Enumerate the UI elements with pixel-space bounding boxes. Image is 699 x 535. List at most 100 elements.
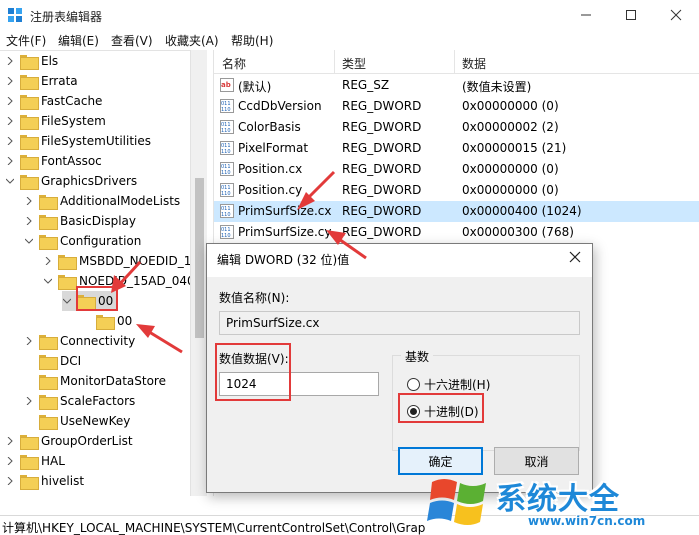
tree-node[interactable]: ScaleFactors: [24, 391, 135, 411]
value-type: REG_DWORD: [342, 183, 422, 197]
folder-icon: [20, 154, 39, 170]
folder-icon: [58, 274, 77, 290]
tree-node-label: FontAssoc: [41, 154, 102, 168]
tree-node[interactable]: DCI: [24, 351, 81, 371]
tree-node[interactable]: FontAssoc: [5, 151, 102, 171]
tree-node[interactable]: Els: [5, 51, 58, 71]
hex-radio[interactable]: 十六进制(H): [407, 376, 490, 393]
expand-chevron-icon[interactable]: [5, 56, 15, 66]
tree-node[interactable]: FileSystemUtilities: [5, 131, 151, 151]
values-header: 名称 类型 数据: [214, 50, 699, 74]
folder-icon: [39, 194, 58, 210]
value-row[interactable]: 011 110 Position.cy REG_DWORD 0x00000000 (0): [214, 180, 699, 201]
close-icon: [670, 9, 682, 21]
dialog-close-icon[interactable]: [568, 250, 582, 264]
expand-chevron-icon[interactable]: [5, 156, 15, 166]
tree-scrollbar[interactable]: [190, 50, 207, 496]
menu-view[interactable]: 查看(V): [111, 32, 153, 49]
tree-node[interactable]: hivelist: [5, 471, 84, 491]
value-name: PrimSurfSize.cy: [238, 225, 332, 239]
expand-chevron-icon[interactable]: [43, 256, 53, 266]
tree-node-label: GraphicsDrivers: [41, 174, 138, 188]
folder-icon: [20, 454, 39, 470]
tree-node[interactable]: GroupOrderList: [5, 431, 133, 451]
value-row[interactable]: 011 110 PixelFormat REG_DWORD 0x00000015 (21…: [214, 138, 699, 159]
value-row[interactable]: ab (默认) REG_SZ (数值未设置): [214, 75, 699, 96]
expand-chevron-icon[interactable]: [24, 396, 34, 406]
close-button[interactable]: [653, 0, 699, 30]
collapse-chevron-icon[interactable]: [43, 276, 53, 286]
data-field-highlight: [215, 343, 291, 401]
value-name: PixelFormat: [238, 141, 309, 155]
tree-node[interactable]: Errata: [5, 71, 78, 91]
menu-help[interactable]: 帮助(H): [231, 32, 273, 49]
minimize-icon: [581, 14, 591, 16]
expand-chevron-icon[interactable]: [5, 96, 15, 106]
tree-node[interactable]: Connectivity: [24, 331, 135, 351]
expand-chevron-icon[interactable]: [5, 116, 15, 126]
tree-node[interactable]: GraphicsDrivers: [5, 171, 137, 191]
column-name-header[interactable]: 名称: [222, 55, 246, 72]
window-title: 注册表编辑器: [30, 10, 103, 24]
expand-chevron-icon[interactable]: [24, 216, 34, 226]
collapse-chevron-icon[interactable]: [62, 296, 72, 306]
value-data: (数值未设置): [462, 80, 532, 94]
expand-chevron-icon[interactable]: [5, 436, 15, 446]
expand-chevron-icon[interactable]: [5, 136, 15, 146]
watermark: 系统大全 www.win7cn.com: [418, 470, 699, 535]
collapse-chevron-icon[interactable]: [24, 236, 34, 246]
svg-text:ab: ab: [221, 81, 231, 89]
tree-node[interactable]: MonitorDataStore: [24, 371, 166, 391]
hex-radio-label: 十六进制(H): [424, 378, 491, 392]
registry-tree[interactable]: Els Errata FastCache FileSystem FileSystemUt…: [0, 50, 207, 496]
tree-node[interactable]: HAL: [5, 451, 65, 471]
menu-favorites[interactable]: 收藏夹(A): [165, 32, 219, 49]
column-data-header[interactable]: 数据: [462, 55, 486, 72]
folder-icon: [20, 134, 39, 150]
menu-bar: 文件(F) 编辑(E) 查看(V) 收藏夹(A) 帮助(H): [0, 30, 699, 50]
binary-value-icon: 011110: [220, 204, 234, 218]
folder-icon: [20, 114, 39, 130]
tree-node-label: MonitorDataStore: [60, 374, 166, 388]
value-row[interactable]: 011 110 CcdDbVersion REG_DWORD 0x00000000 (0…: [214, 96, 699, 117]
folder-icon: [20, 174, 39, 190]
tree-node[interactable]: BasicDisplay: [24, 211, 136, 231]
value-name: PrimSurfSize.cx: [238, 204, 332, 218]
tree-node[interactable]: AdditionalModeLists: [24, 191, 180, 211]
minimize-button[interactable]: [563, 0, 609, 30]
tree-node-label: ScaleFactors: [60, 394, 136, 408]
tree-node[interactable]: UseNewKey: [24, 411, 130, 431]
expand-chevron-icon[interactable]: [24, 336, 34, 346]
expand-chevron-icon[interactable]: [5, 456, 15, 466]
tree-node[interactable]: MSBDD_NOEDID_1: [43, 251, 191, 271]
value-row[interactable]: 011 110 ColorBasis REG_DWORD 0x00000002 (2): [214, 117, 699, 138]
tree-node[interactable]: NOEDID_15AD_040: [43, 271, 195, 291]
tree-node[interactable]: FastCache: [5, 91, 102, 111]
menu-edit[interactable]: 编辑(E): [58, 32, 99, 49]
tree-node-label: FastCache: [41, 94, 103, 108]
value-row[interactable]: 011 110 Position.cx REG_DWORD 0x00000000 (0): [214, 159, 699, 180]
status-path: 计算机\HKEY_LOCAL_MACHINE\SYSTEM\CurrentCon…: [2, 521, 426, 535]
value-type: REG_DWORD: [342, 120, 422, 134]
tree-node[interactable]: 00: [81, 311, 132, 331]
hex-radio-circle[interactable]: [407, 378, 420, 391]
tree-node[interactable]: Configuration: [24, 231, 141, 251]
tree-scrollbar-thumb[interactable]: [195, 178, 204, 338]
maximize-button[interactable]: [608, 0, 654, 30]
expand-chevron-icon[interactable]: [5, 476, 15, 486]
folder-icon: [20, 434, 39, 450]
tree-node[interactable]: FileSystem: [5, 111, 106, 131]
column-type-header[interactable]: 类型: [342, 55, 366, 72]
tree-node-label: FileSystemUtilities: [41, 134, 151, 148]
folder-icon: [20, 74, 39, 90]
value-name: ColorBasis: [238, 120, 301, 134]
value-row[interactable]: 011 110 PrimSurfSize.cy REG_DWORD 0x00000300…: [214, 222, 699, 243]
menu-file[interactable]: 文件(F): [6, 32, 46, 49]
collapse-chevron-icon[interactable]: [5, 176, 15, 186]
expand-chevron-icon[interactable]: [24, 196, 34, 206]
expand-chevron-icon[interactable]: [5, 76, 15, 86]
value-row[interactable]: 011 110 PrimSurfSize.cx REG_DWORD 0x00000400…: [214, 201, 699, 222]
value-name-field: PrimSurfSize.cx: [219, 311, 580, 335]
